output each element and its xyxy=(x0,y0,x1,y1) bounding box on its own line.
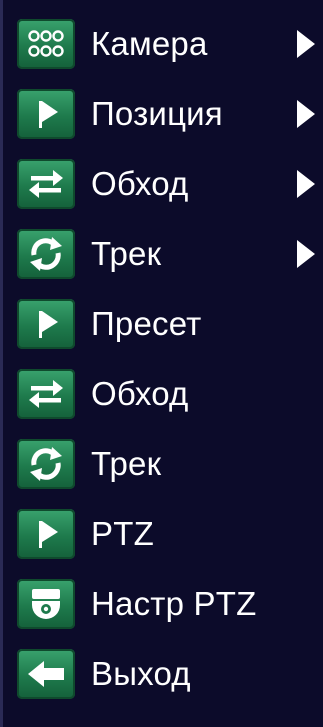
menu-item-position[interactable]: Позиция xyxy=(17,88,317,140)
cycle-arrows-icon xyxy=(17,229,75,279)
dome-camera-icon xyxy=(17,579,75,629)
menu-item-label: Трек xyxy=(91,235,162,272)
menu-item-label: Пресет xyxy=(91,305,202,342)
menu-item-label: Настр PTZ xyxy=(91,585,257,622)
menu-item-label: Обход xyxy=(91,375,189,412)
flag-icon xyxy=(17,299,75,349)
submenu-arrow-icon xyxy=(297,240,315,268)
menu-item-camera[interactable]: Камера xyxy=(17,18,317,70)
menu-item-label: Позиция xyxy=(91,95,223,132)
camera-grid-icon xyxy=(17,19,75,69)
menu-item-preset[interactable]: Пресет xyxy=(17,298,317,350)
menu-item-label: Обход xyxy=(91,165,189,202)
menu-item-exit[interactable]: Выход xyxy=(17,648,317,700)
swap-arrows-icon xyxy=(17,159,75,209)
menu-item-patrol[interactable]: Обход xyxy=(17,158,317,210)
flag-icon xyxy=(17,509,75,559)
submenu-arrow-icon xyxy=(297,170,315,198)
menu-item-ptz[interactable]: PTZ xyxy=(17,508,317,560)
menu-item-label: Камера xyxy=(91,25,208,62)
menu-item-label: Трек xyxy=(91,445,162,482)
flag-icon xyxy=(17,89,75,139)
submenu-arrow-icon xyxy=(297,100,315,128)
ptz-context-menu: Камера Позиция Обход Трек Пресет Обход Т… xyxy=(0,0,323,727)
menu-item-label: PTZ xyxy=(91,515,154,552)
menu-item-label: Выход xyxy=(91,655,191,692)
submenu-arrow-icon xyxy=(297,30,315,58)
menu-item-track-2[interactable]: Трек xyxy=(17,438,317,490)
swap-arrows-icon xyxy=(17,369,75,419)
cycle-arrows-icon xyxy=(17,439,75,489)
menu-item-ptz-settings[interactable]: Настр PTZ xyxy=(17,578,317,630)
menu-item-track[interactable]: Трек xyxy=(17,228,317,280)
menu-item-patrol-2[interactable]: Обход xyxy=(17,368,317,420)
left-arrow-icon xyxy=(17,649,75,699)
